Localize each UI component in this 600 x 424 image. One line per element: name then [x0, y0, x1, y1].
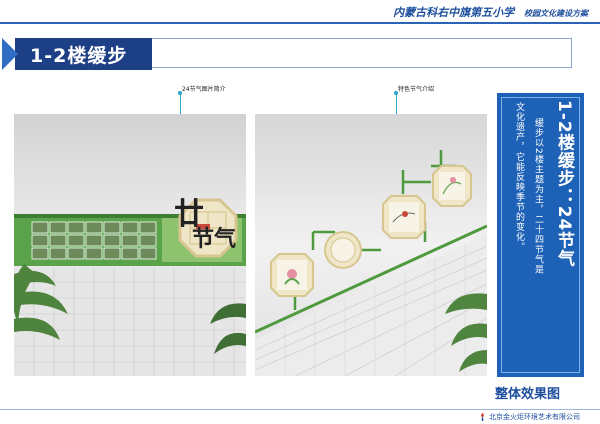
- right-panel-label: 特色节气介绍: [398, 86, 435, 93]
- sign-text: 节气: [192, 226, 236, 252]
- plan-name: 校园文化建设方案: [524, 9, 588, 18]
- torch-logo-icon: [481, 412, 484, 421]
- left-rendering-image: 廿 节气: [14, 114, 246, 376]
- right-rendering-image: [255, 114, 487, 376]
- header-rule: [0, 22, 600, 24]
- section-title-arrow: [2, 38, 18, 70]
- section-title: 1-2楼缓步: [30, 45, 128, 67]
- info-line-2: 文化遗产，它能反映季节的变化。: [514, 102, 524, 252]
- info-title: 1-2楼缓步：24节气: [554, 100, 574, 268]
- left-rendering: 廿 节气: [14, 114, 246, 376]
- school-name: 内蒙古科右中旗第五小学: [393, 6, 515, 19]
- effect-caption: 整体效果图: [495, 387, 561, 402]
- section-title-frame: [152, 38, 572, 68]
- info-line-1: 缓步以2楼主题为主，二十四节气是: [533, 118, 543, 275]
- footer-rule: [0, 409, 600, 410]
- left-panel-label: 24节气图片简介: [182, 86, 226, 93]
- header-title: 内蒙古科右中旗第五小学 校园文化建设方案: [393, 4, 588, 20]
- right-rendering: [255, 114, 487, 376]
- company-name: 北京金火炬环境艺术有限公司: [489, 413, 580, 421]
